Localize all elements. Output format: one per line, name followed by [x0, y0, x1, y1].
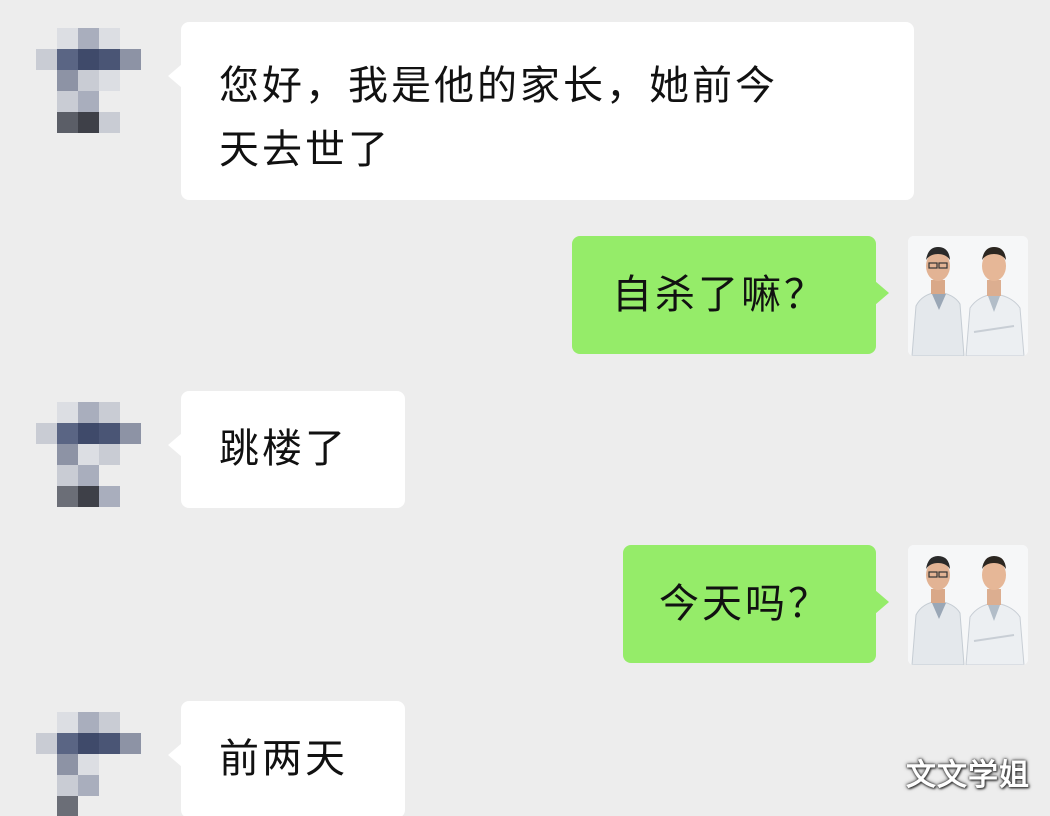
message-text-line: 您好，我是他的家长，她前今 [219, 63, 778, 109]
message-bubble-outgoing[interactable]: 今天吗？ [623, 545, 889, 663]
user-avatar[interactable] [908, 545, 1028, 665]
sender-avatar[interactable] [36, 28, 156, 148]
sender-avatar[interactable] [36, 712, 156, 816]
message-bubble-incoming[interactable]: 跳楼了 [168, 391, 405, 508]
message-text: 今天吗？ [659, 581, 831, 627]
sender-avatar[interactable] [36, 402, 156, 522]
message-bubble-incoming[interactable]: 您好，我是他的家长，她前今 天去世了 [168, 22, 914, 200]
user-avatar[interactable] [908, 236, 1028, 356]
message-bubble-incoming[interactable]: 前两天 [168, 701, 405, 816]
message-text-line: 天去世了 [219, 127, 391, 173]
two-doctors-photo-icon [908, 236, 1028, 356]
message-text: 跳楼了 [219, 426, 348, 472]
message-bubble-outgoing[interactable]: 自杀了嘛？ [572, 236, 889, 354]
message-text: 前两天 [219, 736, 348, 782]
watermark: 文文学姐 [906, 758, 1030, 793]
two-doctors-photo-icon [908, 545, 1028, 665]
message-text: 自杀了嘛？ [612, 272, 827, 318]
